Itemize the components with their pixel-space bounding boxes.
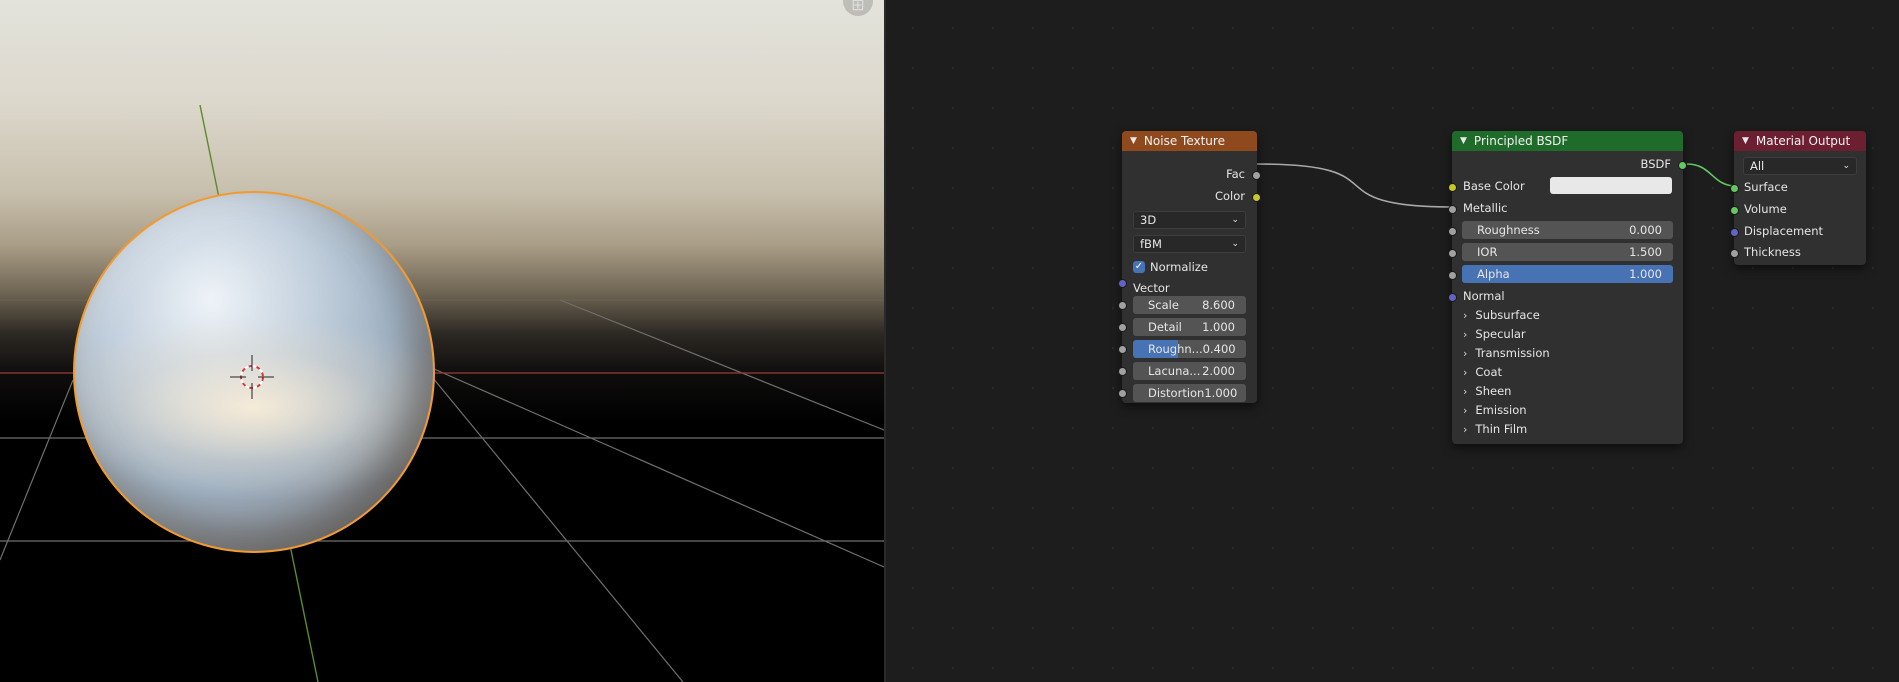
chevron-down-icon: ⌄: [1842, 161, 1850, 171]
roughness-field[interactable]: Roughness 0.000: [1462, 221, 1673, 239]
node-title: Principled BSDF: [1473, 134, 1569, 148]
volume-label: Volume: [1744, 202, 1787, 216]
principled-bsdf-node[interactable]: ▼ Principled BSDF BSDF Base Color Metall…: [1448, 131, 1687, 444]
socket-roughness-input[interactable]: [1118, 345, 1127, 354]
chevron-down-icon[interactable]: ▼: [1460, 136, 1467, 146]
socket-alpha-input[interactable]: [1448, 271, 1457, 280]
chevron-down-icon: ⌄: [1231, 239, 1239, 249]
chevron-down-icon[interactable]: ▼: [1742, 136, 1749, 146]
field-value: 1.000: [1204, 386, 1238, 400]
field-value: 1.500: [1629, 245, 1662, 259]
alpha-slider[interactable]: Alpha 1.000: [1462, 265, 1673, 283]
socket-detail-input[interactable]: [1118, 323, 1127, 332]
chevron-right-icon: ›: [1463, 327, 1468, 341]
panel-transmission[interactable]: › Transmission: [1463, 344, 1550, 362]
3d-cursor-icon: [230, 355, 274, 399]
socket-base-color-input[interactable]: [1448, 183, 1457, 192]
socket-volume-input[interactable]: [1730, 206, 1739, 215]
field-label: IOR: [1477, 245, 1498, 259]
panel-thin-film[interactable]: › Thin Film: [1463, 420, 1527, 438]
panel-subsurface[interactable]: › Subsurface: [1463, 306, 1540, 324]
panel-emission[interactable]: › Emission: [1463, 401, 1527, 419]
normalize-label: Normalize: [1150, 260, 1208, 274]
check-icon[interactable]: ✓: [1133, 261, 1145, 273]
normal-label: Normal: [1463, 289, 1505, 303]
target-value: All: [1750, 159, 1765, 173]
distortion-field[interactable]: Distortion 1.000: [1133, 384, 1246, 402]
output-fac: Fac: [1226, 167, 1245, 181]
dimension-select[interactable]: 3D ⌄: [1133, 211, 1246, 229]
panel-sheen[interactable]: › Sheen: [1463, 382, 1511, 400]
field-value: 2.000: [1202, 364, 1235, 378]
dimension-value: 3D: [1140, 213, 1157, 227]
socket-displacement-input[interactable]: [1730, 228, 1739, 237]
chevron-down-icon[interactable]: ▼: [1130, 136, 1137, 146]
metallic-label: Metallic: [1463, 201, 1508, 215]
socket-roughness-input[interactable]: [1448, 227, 1457, 236]
field-label: Scale: [1148, 298, 1179, 312]
roughness-slider[interactable]: Roughn... 0.400: [1133, 340, 1246, 358]
field-value: 0.000: [1629, 223, 1662, 237]
noise-texture-node[interactable]: ▼ Noise Texture Fac Color 3D ⌄ fBM ⌄ ✓ N…: [1118, 131, 1261, 403]
material-output-node[interactable]: ▼ Material Output All ⌄ Surface Volume D…: [1730, 131, 1866, 265]
socket-metallic-input[interactable]: [1448, 205, 1457, 214]
chevron-right-icon: ›: [1463, 346, 1468, 360]
type-select[interactable]: fBM ⌄: [1133, 235, 1246, 253]
3d-viewport[interactable]: ⊞: [0, 0, 884, 682]
ior-field[interactable]: IOR 1.500: [1462, 243, 1673, 261]
field-value: 0.400: [1202, 342, 1236, 356]
output-color: Color: [1214, 189, 1245, 203]
base-color-label: Base Color: [1463, 179, 1525, 193]
chevron-right-icon: ›: [1463, 403, 1468, 417]
field-label: Alpha: [1477, 267, 1510, 281]
socket-fac-output[interactable]: [1252, 171, 1261, 180]
lacunarity-field[interactable]: Lacuna... 2.000: [1133, 362, 1246, 380]
vector-label: Vector: [1133, 281, 1170, 295]
socket-scale-input[interactable]: [1118, 301, 1127, 310]
field-label: Lacuna...: [1148, 364, 1201, 378]
field-label: Roughn...: [1148, 342, 1203, 356]
surface-label: Surface: [1744, 180, 1788, 194]
field-label: Distortion: [1148, 386, 1205, 400]
thickness-label: Thickness: [1744, 245, 1801, 259]
field-label: Detail: [1148, 320, 1182, 334]
panel-specular[interactable]: › Specular: [1463, 325, 1526, 343]
node-links: [1256, 163, 1737, 208]
displacement-label: Displacement: [1744, 224, 1824, 238]
field-value: 1.000: [1202, 320, 1235, 334]
type-value: fBM: [1140, 237, 1162, 251]
socket-distortion-input[interactable]: [1118, 389, 1127, 398]
normalize-checkbox[interactable]: ✓ Normalize: [1133, 258, 1208, 276]
socket-color-output[interactable]: [1252, 193, 1261, 202]
field-value: 1.000: [1629, 267, 1662, 281]
panel-coat[interactable]: › Coat: [1463, 363, 1502, 381]
node-title: Noise Texture: [1143, 134, 1225, 148]
field-value: 8.600: [1202, 298, 1235, 312]
chevron-right-icon: ›: [1463, 365, 1468, 379]
socket-lacunarity-input[interactable]: [1118, 367, 1127, 376]
base-color-swatch[interactable]: [1550, 177, 1672, 194]
socket-thickness-input[interactable]: [1730, 249, 1739, 258]
node-header[interactable]: ▼ Material Output: [1734, 131, 1866, 151]
chevron-right-icon: ›: [1463, 308, 1468, 322]
chevron-right-icon: ›: [1463, 384, 1468, 398]
target-select[interactable]: All ⌄: [1743, 157, 1857, 175]
detail-field[interactable]: Detail 1.000: [1133, 318, 1246, 336]
socket-ior-input[interactable]: [1448, 249, 1457, 258]
field-label: Roughness: [1477, 223, 1540, 237]
chevron-right-icon: ›: [1463, 422, 1468, 436]
socket-normal-input[interactable]: [1448, 293, 1457, 302]
node-header[interactable]: ▼ Noise Texture: [1122, 131, 1257, 151]
socket-bsdf-output[interactable]: [1678, 161, 1687, 170]
output-bsdf: BSDF: [1640, 157, 1671, 171]
scale-field[interactable]: Scale 8.600: [1133, 296, 1246, 314]
shader-node-editor[interactable]: ▼ Noise Texture Fac Color 3D ⌄ fBM ⌄ ✓ N…: [886, 0, 1899, 682]
node-title: Material Output: [1755, 134, 1851, 148]
socket-surface-input[interactable]: [1730, 184, 1739, 193]
chevron-down-icon: ⌄: [1231, 215, 1239, 225]
node-header[interactable]: ▼ Principled BSDF: [1452, 131, 1683, 151]
socket-vector-input[interactable]: [1118, 279, 1127, 288]
